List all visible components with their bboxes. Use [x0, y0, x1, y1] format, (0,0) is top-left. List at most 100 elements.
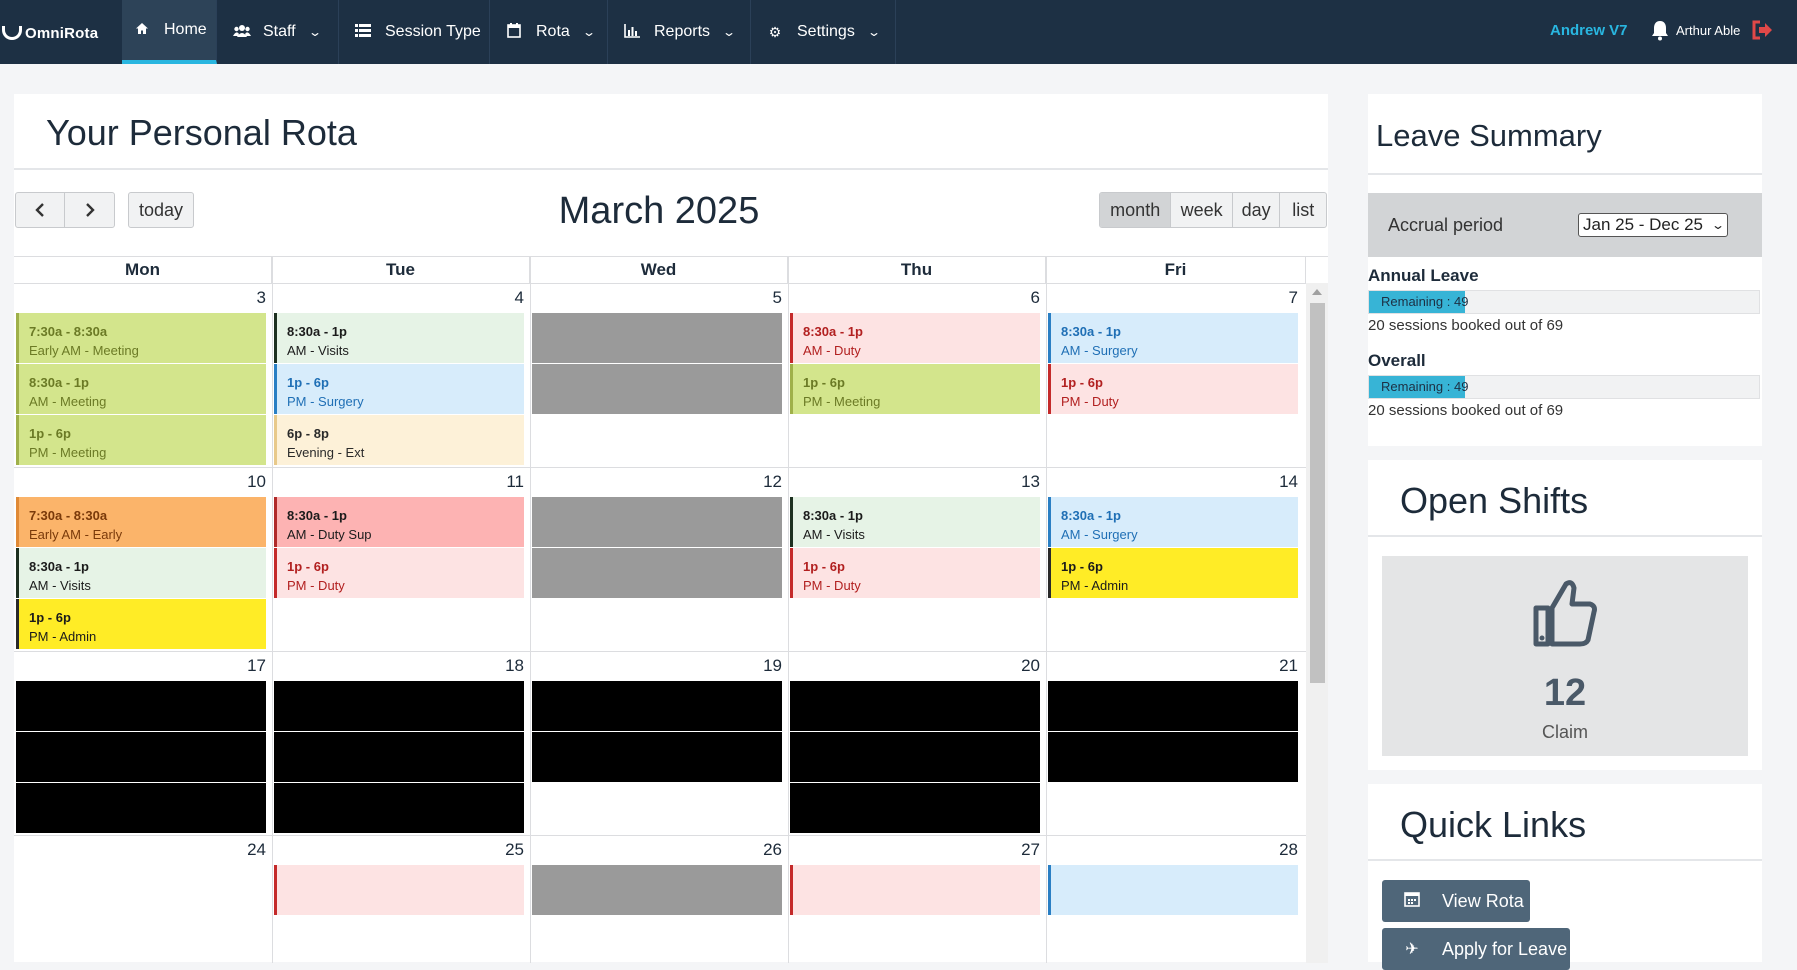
- view-list-button[interactable]: list: [1280, 193, 1326, 227]
- view-rota-button[interactable]: View Rota: [1382, 880, 1530, 922]
- next-button[interactable]: [65, 193, 114, 227]
- accrual-period-select[interactable]: Jan 25 - Dec 25 ⌄: [1578, 213, 1728, 237]
- rota-event-thu[interactable]: 8:30a - 1p AM - Duty: [790, 313, 1040, 363]
- rota-event-tue[interactable]: 1p - 6p PM - Surgery: [274, 364, 524, 414]
- nav-rota[interactable]: Rota ⌄: [490, 0, 608, 64]
- nav-settings[interactable]: ⚙ Settings ⌄: [751, 0, 896, 64]
- event-time: 7:30a - 8:30a: [29, 508, 108, 523]
- rota-event-tue[interactable]: [274, 681, 524, 731]
- rota-event-mon[interactable]: 1p - 6p PM - Meeting: [16, 415, 266, 465]
- chevron-down-icon: ⌄: [307, 25, 322, 39]
- nav-home[interactable]: Home: [122, 0, 217, 64]
- rota-event-thu[interactable]: 1p - 6p PM - Duty: [790, 548, 1040, 598]
- rota-event-wed[interactable]: [532, 732, 782, 782]
- day-number[interactable]: 19: [752, 656, 782, 676]
- day-number[interactable]: 27: [1010, 840, 1040, 860]
- nav-settings-label: Settings: [797, 23, 855, 40]
- app-logo[interactable]: OmniRota: [2, 22, 98, 44]
- day-number[interactable]: 12: [752, 472, 782, 492]
- day-number[interactable]: 18: [494, 656, 524, 676]
- rota-event-fri[interactable]: [1048, 681, 1298, 731]
- day-number[interactable]: 24: [236, 840, 266, 860]
- rota-event-tue[interactable]: [274, 865, 524, 915]
- rota-event-wed[interactable]: [532, 497, 782, 547]
- rota-event-thu[interactable]: [790, 681, 1040, 731]
- rota-event-mon[interactable]: 8:30a - 1p AM - Meeting: [16, 364, 266, 414]
- day-number[interactable]: 5: [752, 288, 782, 308]
- view-day-button[interactable]: day: [1233, 193, 1281, 227]
- rota-event-wed[interactable]: [532, 865, 782, 915]
- calendar-month-title: March 2025: [558, 190, 760, 232]
- nav-reports[interactable]: Reports ⌄: [608, 0, 751, 64]
- rota-event-mon[interactable]: 7:30a - 8:30a Early AM - Early: [16, 497, 266, 547]
- overall-title: Overall: [1368, 351, 1426, 370]
- calendar-scrollbar[interactable]: [1306, 283, 1328, 963]
- nav-staff[interactable]: Staff ⌄: [217, 0, 339, 64]
- rota-event-fri[interactable]: 1p - 6p PM - Admin: [1048, 548, 1298, 598]
- day-number[interactable]: 14: [1268, 472, 1298, 492]
- event-name: PM - Surgery: [287, 394, 364, 409]
- event-name: AM - Duty: [803, 343, 861, 358]
- event-name: Evening - Ext: [287, 445, 365, 460]
- rota-event-thu[interactable]: [790, 783, 1040, 833]
- rota-event-tue[interactable]: 8:30a - 1p AM - Visits: [274, 313, 524, 363]
- org-name[interactable]: Andrew V7: [1550, 22, 1628, 39]
- rota-event-thu[interactable]: [790, 732, 1040, 782]
- overall-booked: 20 sessions booked out of 69: [1368, 402, 1564, 419]
- rota-event-fri[interactable]: 8:30a - 1p AM - Surgery: [1048, 313, 1298, 363]
- rota-event-mon[interactable]: [16, 732, 266, 782]
- rota-event-thu[interactable]: 1p - 6p PM - Meeting: [790, 364, 1040, 414]
- rota-event-fri[interactable]: 8:30a - 1p AM - Surgery: [1048, 497, 1298, 547]
- view-month-button[interactable]: month: [1100, 193, 1172, 227]
- rota-event-tue[interactable]: 8:30a - 1p AM - Duty Sup: [274, 497, 524, 547]
- scroll-up-icon[interactable]: [1312, 289, 1322, 295]
- user-name[interactable]: Arthur Able: [1676, 23, 1740, 38]
- nav-session-type[interactable]: Session Type: [339, 0, 490, 64]
- nav-reports-label: Reports: [654, 23, 711, 40]
- nav-button-group: [15, 192, 115, 228]
- rota-event-wed[interactable]: [532, 681, 782, 731]
- rota-event-mon[interactable]: 8:30a - 1p AM - Visits: [16, 548, 266, 598]
- open-shifts-claim-card[interactable]: 12 Claim: [1382, 556, 1748, 756]
- rota-event-fri[interactable]: [1048, 865, 1298, 915]
- rota-event-wed[interactable]: [532, 548, 782, 598]
- day-number[interactable]: 7: [1268, 288, 1298, 308]
- day-number[interactable]: 6: [1010, 288, 1040, 308]
- rota-event-tue[interactable]: [274, 783, 524, 833]
- day-number[interactable]: 17: [236, 656, 266, 676]
- rota-event-thu[interactable]: 8:30a - 1p AM - Visits: [790, 497, 1040, 547]
- rota-event-thu[interactable]: [790, 865, 1040, 915]
- today-button[interactable]: today: [129, 193, 193, 227]
- rota-event-mon[interactable]: 1p - 6p PM - Admin: [16, 599, 266, 649]
- logout-icon[interactable]: [1751, 20, 1773, 44]
- rota-event-mon[interactable]: [16, 681, 266, 731]
- day-number[interactable]: 25: [494, 840, 524, 860]
- divider: [14, 168, 1328, 170]
- day-number[interactable]: 21: [1268, 656, 1298, 676]
- rota-event-tue[interactable]: 6p - 8p Evening - Ext: [274, 415, 524, 465]
- day-number[interactable]: 28: [1268, 840, 1298, 860]
- day-number[interactable]: 11: [494, 472, 524, 492]
- rota-event-wed[interactable]: [532, 313, 782, 363]
- view-week-button[interactable]: week: [1171, 193, 1233, 227]
- day-number[interactable]: 13: [1010, 472, 1040, 492]
- rota-event-mon[interactable]: [16, 783, 266, 833]
- day-number[interactable]: 4: [494, 288, 524, 308]
- rota-event-tue[interactable]: 1p - 6p PM - Duty: [274, 548, 524, 598]
- prev-button[interactable]: [16, 193, 66, 227]
- rota-event-tue[interactable]: [274, 732, 524, 782]
- bell-icon[interactable]: [1650, 20, 1670, 45]
- rota-event-mon[interactable]: 7:30a - 8:30a Early AM - Meeting: [16, 313, 266, 363]
- rota-event-fri[interactable]: [1048, 732, 1298, 782]
- day-header-mon: Mon: [14, 257, 272, 283]
- day-number[interactable]: 26: [752, 840, 782, 860]
- event-name: AM - Surgery: [1061, 527, 1138, 542]
- day-number[interactable]: 20: [1010, 656, 1040, 676]
- apply-for-leave-button[interactable]: ✈ Apply for Leave: [1382, 928, 1570, 970]
- event-name: PM - Admin: [1061, 578, 1129, 593]
- scrollbar-thumb[interactable]: [1310, 303, 1325, 683]
- rota-event-fri[interactable]: 1p - 6p PM - Duty: [1048, 364, 1298, 414]
- day-number[interactable]: 3: [236, 288, 266, 308]
- day-number[interactable]: 10: [236, 472, 266, 492]
- rota-event-wed[interactable]: [532, 364, 782, 414]
